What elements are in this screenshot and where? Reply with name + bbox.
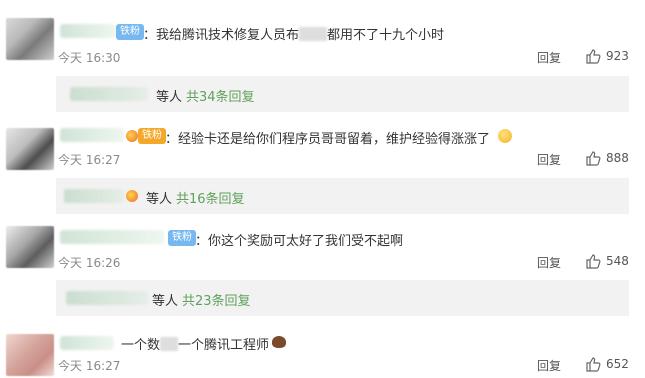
comment-time: 今天 16:27 [58,153,121,167]
like-count: 652 [606,357,629,371]
comment-item: 铁粉 ：你这个奖励可太好了我们受不起啊 今天 16:26 回复 548 等人 共… [0,216,645,320]
avatar[interactable] [6,18,54,60]
sub-replies-box[interactable]: 等人 共34条回复 [56,76,629,112]
comment-item: 铁粉 ：经验卡还是给你们程序员哥哥留着，维护经验得涨涨了 今天 16:27 回复… [0,120,645,216]
thumbs-up-icon[interactable] [585,150,601,166]
thumbs-up-icon[interactable] [585,356,601,372]
comment-text: ：经验卡还是给你们程序员哥哥留着，维护经验得涨涨了 [165,132,491,147]
avatar[interactable] [6,226,54,268]
reply-button[interactable]: 回复 [537,49,561,66]
fan-badge: 铁粉 [138,128,166,144]
sub-reply-total[interactable]: 共34条回复 [186,86,255,105]
redacted-text [160,337,179,351]
like-count: 548 [606,254,629,268]
comment-time: 今天 16:30 [58,51,121,65]
comment-item: 铁粉 ：我给腾讯技术修复人员布 都用不了十九个小时 今天 16:30 回复 923… [0,0,645,120]
sub-reply-suffix: 等人 [156,90,183,105]
sub-reply-users [66,291,148,305]
avatar[interactable] [6,128,54,170]
like-count: 888 [606,151,629,165]
fan-badge: 铁粉 [116,24,144,40]
like-count: 923 [606,49,629,63]
redacted-text [299,27,328,41]
fire-icon [126,130,138,142]
comment-text: ：我给腾讯技术修复人员布 都用不了十九个小时 [143,27,445,43]
fan-badge: 铁粉 [168,230,196,246]
reply-button[interactable]: 回复 [537,357,561,374]
avatar[interactable] [6,334,54,376]
sub-reply-suffix: 等人 [146,192,173,207]
comment-text: 一个数 一个腾讯工程师 [121,337,270,353]
poop-emoji-icon [272,336,286,348]
comment-time: 今天 16:26 [58,256,121,270]
sub-reply-total[interactable]: 共16条回复 [176,188,245,207]
sub-reply-users [64,189,124,203]
reply-button[interactable]: 回复 [537,254,561,271]
username[interactable] [60,230,164,244]
username[interactable] [60,128,124,142]
sub-reply-users [70,87,148,101]
fire-icon [126,190,138,202]
comment-text: ：你这个奖励可太好了我们受不起啊 [195,234,404,249]
reply-button[interactable]: 回复 [537,151,561,168]
emoji-icon [498,129,512,143]
comment-time: 今天 16:27 [58,359,121,373]
sub-replies-box[interactable]: 等人 共23条回复 [56,280,629,316]
comment-item: 一个数 一个腾讯工程师 今天 16:27 回复 652 [0,320,645,378]
thumbs-up-icon[interactable] [585,48,601,64]
sub-replies-box[interactable]: 等人 共16条回复 [56,178,629,214]
sub-reply-suffix: 等人 [152,294,179,309]
username[interactable] [60,24,116,38]
sub-reply-total[interactable]: 共23条回复 [182,290,251,309]
thumbs-up-icon[interactable] [585,253,601,269]
username[interactable] [60,336,114,350]
